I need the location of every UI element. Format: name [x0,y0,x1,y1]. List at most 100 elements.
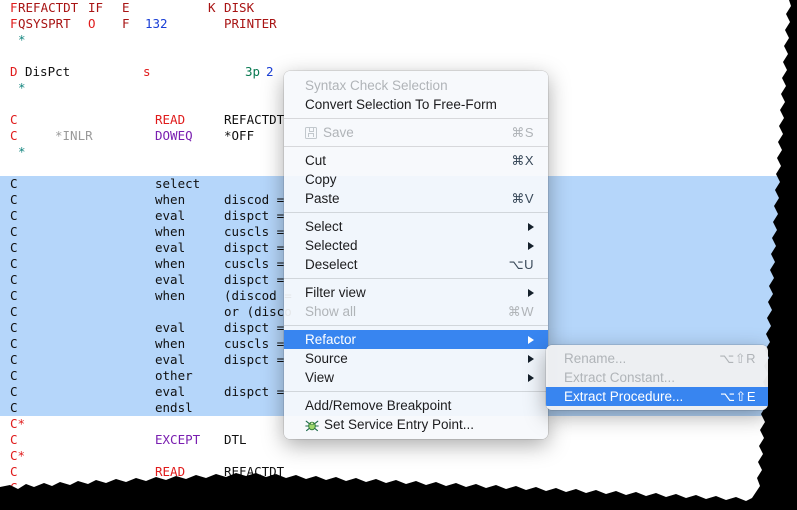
code-token: cuscls = [224,256,285,271]
code-token: eval [155,320,186,335]
code-token: C [10,208,18,223]
code-token: REFACTDT [224,112,285,127]
code-token: dispct = [224,240,285,255]
code-token: C [10,304,18,319]
code-token: dispct = [224,208,285,223]
code-token: C [10,240,18,255]
refactor-submenu[interactable]: Rename... ⌥⇧R Extract Constant... Extract P… [546,345,768,410]
code-token: 2 [266,64,274,79]
menu-item-source[interactable]: Source [284,349,548,368]
menu-separator [284,325,548,326]
menu-item-paste[interactable]: Paste ⌘V [284,189,548,208]
code-line[interactable]: * [0,32,797,48]
menu-item-filter-view[interactable]: Filter view [284,283,548,302]
menu-separator [284,212,548,213]
code-token: C [10,432,18,447]
code-token: eval [155,208,186,223]
screenshot-root: F REFACTDT IF E K DISK F QSYSPRT O F 132 PRINTER * D D… [0,0,797,510]
code-token: DISK [224,0,255,15]
menu-item-view[interactable]: View [284,368,548,387]
code-token: or (disco [224,304,292,319]
code-token: eval [155,384,186,399]
submenu-arrow-icon [528,354,534,363]
code-token: D [10,64,18,79]
menu-item-convert-selection-to-free-form[interactable]: Convert Selection To Free-Form [284,95,548,114]
code-token: REFACTDT [224,464,285,479]
code-token: QSYSPRT [18,16,71,31]
code-token: s [143,64,151,79]
code-line[interactable]: O QSYSPRT E DTL 1 [0,496,797,510]
submenu-arrow-icon [528,241,534,250]
menu-separator [284,146,548,147]
code-token: *OFF [224,128,255,143]
code-line[interactable]: F REFACTDT IF E K DISK [0,0,797,16]
code-token: dispct = [224,384,285,399]
menu-item-select[interactable]: Select [284,217,548,236]
code-token: dispct = [224,352,285,367]
code-token: C [10,480,18,495]
code-token: endsl [155,400,193,415]
menu-item-add-remove-breakpoint[interactable]: Add/Remove Breakpoint [284,396,548,415]
code-token: when [155,192,186,207]
submenu-arrow-icon [528,222,534,231]
submenu-item-extract-constant: Extract Constant... [546,368,768,387]
menu-item-selected[interactable]: Selected [284,236,548,255]
submenu-arrow-icon [528,288,534,297]
menu-item-save: Save ⌘S [284,123,548,142]
code-token: *INLR [55,128,93,143]
code-token: C [10,176,18,191]
code-token: cuscls = [224,224,285,239]
code-token: * [18,32,26,47]
code-token: (discod = [224,288,292,303]
code-token: F [10,0,18,15]
code-line[interactable]: C READ REFACTDT [0,464,797,480]
editor-context-menu[interactable]: Syntax Check Selection Convert Selection … [284,71,548,439]
code-token: when [155,224,186,239]
menu-item-copy[interactable]: Copy [284,170,548,189]
menu-item-deselect[interactable]: Deselect ⌥U [284,255,548,274]
code-token: READ [155,112,186,127]
code-token: C [10,320,18,335]
code-token: IF [88,0,104,15]
menu-item-label: Selected [305,238,358,253]
code-line[interactable]: C ENDDO [0,480,797,496]
menu-item-shortcut: ⌘V [511,190,534,206]
code-token: C [10,224,18,239]
menu-item-cut[interactable]: Cut ⌘X [284,151,548,170]
code-token: other [155,368,193,383]
code-token: when [155,336,186,351]
code-line[interactable]: C* [0,448,797,464]
code-token: QSYSPRT [18,496,71,510]
bug-icon [305,419,319,433]
menu-item-syntax-check-selection: Syntax Check Selection [284,76,548,95]
menu-item-shortcut: ⌘X [511,152,534,168]
submenu-item-shortcut: ⌥⇧R [719,350,756,366]
code-token: DTL [180,496,203,510]
menu-item-show-all: Show all ⌘W [284,302,548,321]
code-token: cuscls = [224,336,285,351]
code-token: dispct = [224,320,285,335]
code-token: EXCEPT [155,432,201,447]
code-line[interactable]: F QSYSPRT O F 132 PRINTER [0,16,797,32]
menu-item-set-service-entry-point[interactable]: Set Service Entry Point... [284,415,548,434]
submenu-item-label: Extract Constant... [564,370,676,385]
code-token: C [10,352,18,367]
submenu-item-extract-procedure[interactable]: Extract Procedure... ⌥⇧E [546,387,768,406]
code-line[interactable] [0,48,797,64]
code-token: C [10,128,18,143]
menu-item-label: Show all [305,304,357,319]
menu-item-refactor[interactable]: Refactor [284,330,548,349]
code-token: O [88,16,96,31]
menu-item-label: Set Service Entry Point... [324,417,475,432]
menu-item-label: Convert Selection To Free-Form [305,97,497,112]
menu-separator [284,391,548,392]
code-token: DisPct [25,64,71,79]
save-icon [305,126,317,139]
code-token: * [18,144,26,159]
code-token: E [122,0,130,15]
menu-separator [284,118,548,119]
menu-item-label: Filter view [305,285,366,300]
code-token: C [10,384,18,399]
submenu-arrow-icon [528,335,534,344]
menu-item-shortcut: ⌘S [511,124,534,140]
